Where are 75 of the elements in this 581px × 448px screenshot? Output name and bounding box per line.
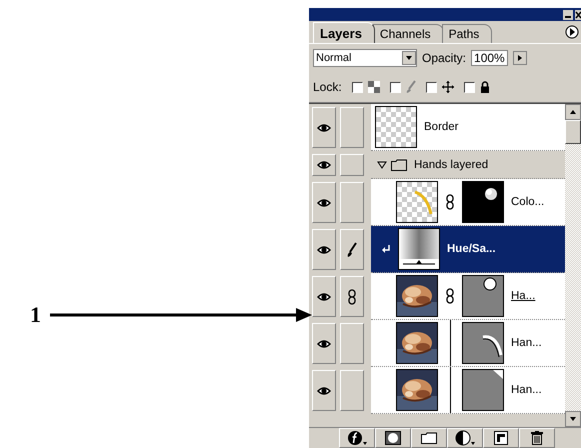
adjustment-layer-button[interactable] (447, 428, 483, 448)
eye-icon (317, 338, 331, 348)
panel-tab[interactable]: Layers (313, 22, 375, 43)
layer-name: Han... (511, 337, 542, 349)
mask-thumbnail (462, 322, 504, 364)
layer-name: Ha... (511, 290, 536, 302)
visibility-toggle[interactable] (312, 154, 336, 176)
eye-icon (317, 292, 331, 302)
link-toggle[interactable] (340, 229, 364, 270)
visibility-toggle[interactable] (312, 370, 336, 411)
layer-name: Border (424, 121, 459, 133)
scrollbar[interactable] (565, 104, 581, 427)
link-toggle[interactable] (340, 154, 364, 176)
lock-icon (480, 81, 490, 93)
trash-icon (531, 431, 543, 445)
layer-thumbnail (396, 181, 438, 223)
checker-icon (368, 81, 380, 93)
panel-tab[interactable]: Paths (442, 24, 492, 43)
mask-thumbnail (462, 181, 504, 223)
move-icon (442, 81, 454, 93)
layer-name: Colo... (511, 196, 544, 208)
eye-icon (317, 160, 331, 170)
brush-icon (406, 80, 416, 94)
chain-icon (348, 288, 356, 304)
opacity-field[interactable]: 100% (471, 50, 508, 66)
brush-icon (346, 242, 358, 258)
add-mask-button[interactable] (375, 428, 411, 448)
blend-mode-dropdown[interactable]: Normal (313, 49, 417, 67)
mask-thumbnail (462, 275, 504, 317)
eye-icon (317, 386, 331, 396)
fx-circle-icon (347, 430, 367, 446)
folder-icon (421, 432, 437, 444)
visibility-toggle[interactable] (312, 276, 336, 317)
scroll-thumb[interactable] (565, 120, 581, 144)
layer-name: Han... (511, 384, 542, 396)
scroll-down-icon[interactable] (565, 411, 581, 427)
minimize-icon[interactable] (563, 10, 573, 20)
link-toggle[interactable] (340, 182, 364, 223)
link-toggle[interactable] (340, 276, 364, 317)
chain-icon (446, 288, 454, 304)
new-group-button[interactable] (411, 428, 447, 448)
layer-style-button[interactable] (339, 428, 375, 448)
folder-icon (391, 158, 407, 170)
lock-checkbox[interactable] (390, 82, 401, 92)
adjustment-thumbnail (398, 228, 440, 270)
mask-icon (385, 431, 401, 445)
mask-thumbnail (462, 369, 504, 411)
close-icon[interactable] (575, 10, 581, 20)
lock-checkbox[interactable] (426, 82, 437, 92)
callout-number: 1 (30, 302, 41, 328)
eye-icon (317, 122, 331, 132)
visibility-toggle[interactable] (312, 323, 336, 364)
link-toggle[interactable] (340, 323, 364, 364)
new-layer-button[interactable] (483, 428, 519, 448)
visibility-toggle[interactable] (312, 107, 336, 148)
scroll-up-icon[interactable] (565, 104, 581, 120)
visibility-toggle[interactable] (312, 229, 336, 270)
panel-menu-icon[interactable] (565, 25, 579, 39)
new-layer-icon (494, 431, 508, 445)
lock-checkbox[interactable] (464, 82, 475, 92)
link-toggle[interactable] (340, 107, 364, 148)
link-toggle[interactable] (340, 370, 364, 411)
eye-icon (317, 244, 331, 254)
lock-label: Lock: (313, 80, 342, 94)
visibility-toggle[interactable] (312, 182, 336, 223)
expand-triangle-icon[interactable] (377, 160, 387, 168)
layer-name: Hands layered (414, 158, 488, 170)
layer-thumbnail (375, 106, 417, 148)
layer-name: Hue/Sa... (447, 243, 496, 255)
delete-button[interactable] (519, 428, 555, 448)
chain-icon (446, 194, 454, 210)
eye-icon (317, 198, 331, 208)
lock-checkbox[interactable] (352, 82, 363, 92)
opacity-label: Opacity: (422, 51, 466, 65)
half-circle-icon (455, 430, 475, 446)
